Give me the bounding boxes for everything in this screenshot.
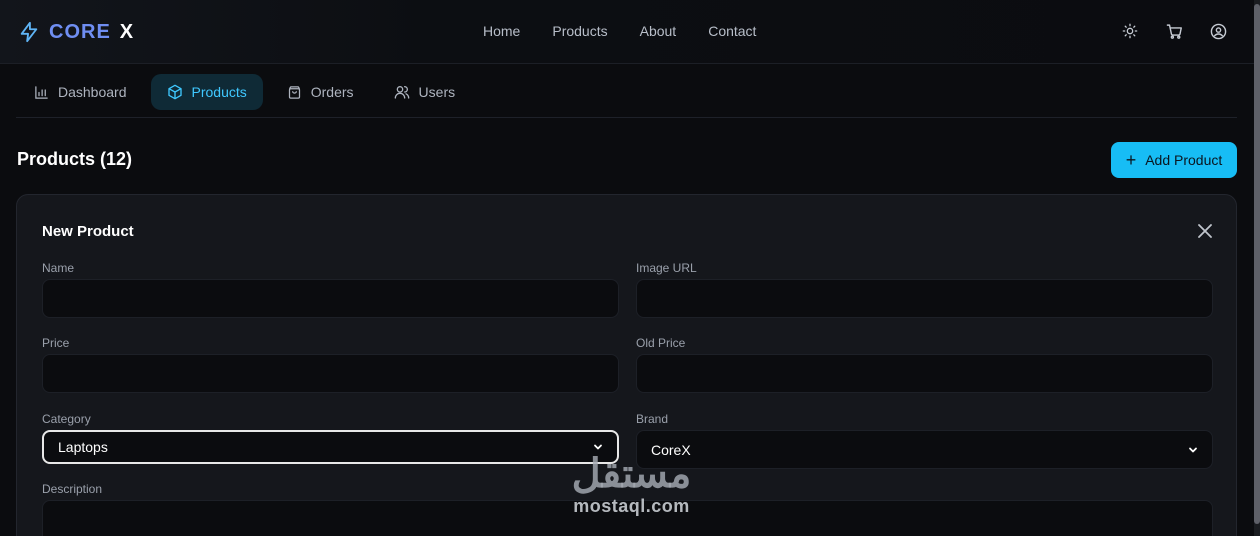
category-selected-value: Laptops — [58, 439, 108, 455]
cart-icon[interactable] — [1165, 22, 1183, 40]
image-url-label: Image URL — [636, 261, 697, 275]
brand-name: CORE — [49, 20, 111, 43]
nav-link-about[interactable]: About — [640, 23, 677, 39]
tab-label: Orders — [310, 84, 354, 100]
tab-orders[interactable]: Orders — [271, 74, 370, 110]
price-label: Price — [42, 336, 70, 350]
main-nav: Home Products About Contact — [483, 23, 788, 39]
sun-icon[interactable] — [1121, 22, 1139, 40]
scrollbar[interactable] — [1254, 0, 1260, 536]
tab-users[interactable]: Users — [378, 74, 472, 110]
tabs-divider — [16, 117, 1237, 118]
top-navbar: CORE X Home Products About Contact — [0, 0, 1254, 64]
add-product-label: Add Product — [1145, 152, 1223, 168]
tab-label: Dashboard — [58, 84, 127, 100]
tab-products[interactable]: Products — [150, 74, 263, 110]
admin-tabs: Dashboard Products Orders Users — [18, 74, 479, 110]
watermark: مستقل mostaql.com — [559, 452, 704, 528]
bolt-icon — [20, 21, 38, 43]
plus-icon: + — [1125, 150, 1137, 170]
bag-icon — [288, 85, 300, 99]
bar-chart-icon — [35, 85, 48, 99]
name-label: Name — [42, 261, 75, 275]
nav-link-products[interactable]: Products — [552, 23, 607, 39]
brand-label: Brand — [636, 412, 669, 426]
scrollbar-thumb[interactable] — [1254, 4, 1260, 524]
brand-select[interactable]: CoreX — [636, 430, 1213, 469]
tab-dashboard[interactable]: Dashboard — [18, 74, 143, 110]
category-select[interactable]: Laptops — [42, 430, 619, 464]
chevron-down-icon — [1189, 447, 1197, 452]
user-circle-icon[interactable] — [1209, 22, 1227, 40]
old-price-input[interactable] — [636, 354, 1213, 393]
watermark-domain: mostaql.com — [573, 496, 690, 516]
page-title: Products (12) — [17, 149, 133, 169]
brand-logo[interactable]: CORE X — [18, 19, 133, 45]
category-label: Category — [42, 412, 91, 426]
description-label: Description — [42, 482, 103, 496]
watermark-arabic: مستقل — [571, 452, 692, 496]
navbar-actions — [1095, 22, 1227, 40]
users-icon — [394, 86, 409, 99]
chevron-down-icon — [594, 444, 602, 450]
old-price-label: Old Price — [636, 336, 686, 350]
tab-label: Users — [418, 84, 456, 100]
tab-label: Products — [191, 84, 247, 100]
app-window: CORE X Home Products About Contact Dashb… — [0, 0, 1260, 536]
form-title: New Product — [42, 223, 134, 240]
brand-suffix: X — [119, 20, 134, 43]
add-product-button[interactable]: + Add Product — [1111, 142, 1237, 178]
price-input[interactable] — [42, 354, 619, 393]
name-input[interactable] — [42, 279, 619, 318]
nav-link-home[interactable]: Home — [483, 23, 520, 39]
close-icon[interactable] — [1198, 224, 1212, 238]
box-icon — [167, 84, 182, 100]
image-url-input[interactable] — [636, 279, 1213, 318]
nav-link-contact[interactable]: Contact — [708, 23, 756, 39]
